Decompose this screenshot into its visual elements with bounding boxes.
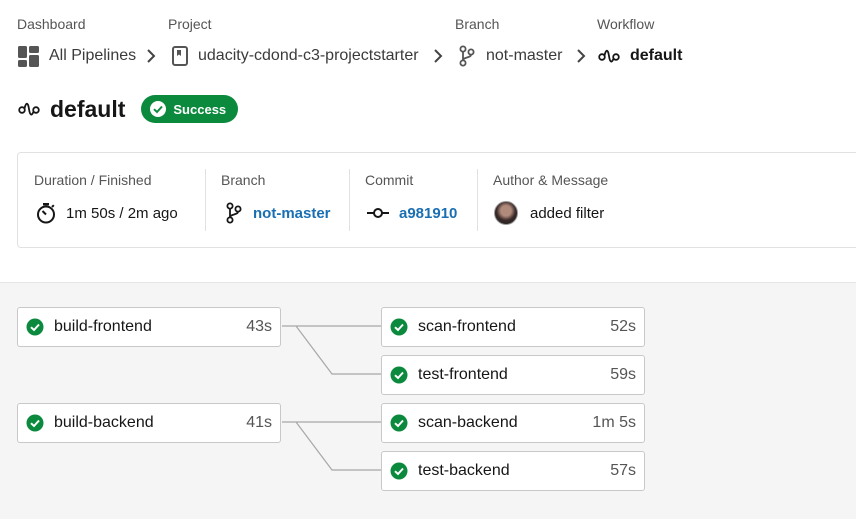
breadcrumb-workflow-text: default [630,47,683,64]
author-value-row: added filter [494,201,604,225]
git-branch-icon [458,45,476,67]
breadcrumb-label-workflow: Workflow [597,16,655,32]
check-circle-icon [390,366,408,384]
chevron-right-icon [433,48,443,69]
bookmark-icon [172,46,188,66]
breadcrumb-workflow-current: default [598,44,682,68]
status-text: Success [173,101,227,117]
workflow-info-card: Duration / Finished 1m 50s / 2m ago Bran… [17,152,856,248]
check-circle-icon [149,100,167,118]
job-name: test-backend [418,462,510,479]
workflow-icon [598,48,620,64]
check-circle-icon [26,414,44,432]
breadcrumb-dashboard-text: All Pipelines [49,47,137,64]
duration-value: 1m 50s / 2m ago [66,204,178,222]
job-name: build-backend [54,414,154,431]
divider [477,169,478,231]
divider [349,169,350,231]
breadcrumb-project-link[interactable]: udacity-cdond-c3-projectstarter [172,44,419,68]
branch-link[interactable]: not-master [253,205,331,222]
commit-label: Commit [365,172,414,188]
page-header: default Success [18,93,239,125]
breadcrumb-branch-text: not-master [486,47,563,64]
git-branch-icon [225,202,243,224]
stopwatch-icon [36,202,56,224]
check-circle-icon [390,318,408,336]
check-circle-icon [26,318,44,336]
job-name: test-frontend [418,366,508,383]
commit-link[interactable]: a981910 [399,205,457,222]
job-duration: 1m 5s [592,414,636,431]
job-duration: 43s [246,318,272,335]
job-duration: 41s [246,414,272,431]
breadcrumb-dashboard-link[interactable]: All Pipelines [18,44,136,68]
chevron-right-icon [146,48,156,69]
breadcrumb-project-text: udacity-cdond-c3-projectstarter [198,47,419,64]
breadcrumb-branch-link[interactable]: not-master [458,44,562,68]
job-test-frontend[interactable]: test-frontend 59s [381,355,645,395]
branch-label: Branch [221,172,266,188]
breadcrumb-label-project: Project [168,16,212,32]
job-test-backend[interactable]: test-backend 57s [381,451,645,491]
chevron-right-icon [576,48,586,69]
job-duration: 52s [610,318,636,335]
breadcrumb-labels: Dashboard Project Branch Workflow [0,16,856,32]
job-name: build-frontend [54,318,152,335]
status-badge: Success [141,95,239,123]
commit-value-row[interactable]: a981910 [367,201,457,225]
workflow-graph: build-frontend 43s build-backend 41s sca… [0,282,856,519]
job-build-backend[interactable]: build-backend 41s [17,403,281,443]
divider [205,169,206,231]
duration-label: Duration / Finished [34,172,152,188]
breadcrumb: All Pipelines udacity-cdond-c3-projectst… [0,44,856,70]
duration-value-row: 1m 50s / 2m ago [36,201,178,225]
check-circle-icon [390,414,408,432]
job-duration: 57s [610,462,636,479]
author-label: Author & Message [493,172,609,188]
commit-message: added filter [530,204,605,222]
check-circle-icon [390,462,408,480]
breadcrumb-label-branch: Branch [455,16,500,32]
job-scan-backend[interactable]: scan-backend 1m 5s [381,403,645,443]
job-scan-frontend[interactable]: scan-frontend 52s [381,307,645,347]
page-title: default [50,95,126,122]
grid-icon [18,45,39,67]
job-duration: 59s [610,366,636,383]
workflow-icon [18,101,40,117]
job-name: scan-frontend [418,318,516,335]
avatar[interactable] [494,201,518,225]
commit-icon [367,207,389,219]
job-name: scan-backend [418,414,518,431]
branch-value-row[interactable]: not-master [225,201,331,225]
breadcrumb-label-dashboard: Dashboard [17,16,86,32]
job-build-frontend[interactable]: build-frontend 43s [17,307,281,347]
